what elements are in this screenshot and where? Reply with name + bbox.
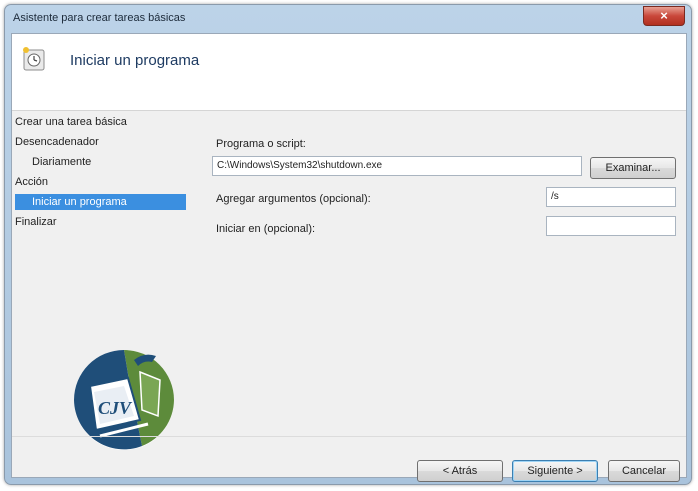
next-button[interactable]: Siguiente > <box>512 460 598 482</box>
nav-step-finish: Finalizar <box>15 216 57 228</box>
start-in-label: Iniciar en (opcional): <box>216 223 316 235</box>
cancel-button[interactable]: Cancelar <box>608 460 680 482</box>
start-in-input[interactable] <box>546 216 676 236</box>
wizard-client-area: Iniciar un programa Crear una tarea bási… <box>11 33 687 482</box>
program-path-input[interactable]: C:\Windows\System32\shutdown.exe <box>212 156 582 176</box>
arguments-input[interactable]: /s <box>546 187 676 207</box>
wizard-window: Asistente para crear tareas básicas × In… <box>4 4 692 485</box>
nav-step-trigger: Desencadenador <box>15 136 99 148</box>
window-title: Asistente para crear tareas básicas <box>13 12 186 24</box>
cjv-logo: CJV <box>74 350 174 450</box>
back-button[interactable]: < Atrás <box>417 460 503 482</box>
title-bar[interactable]: Asistente para crear tareas básicas × <box>5 5 691 31</box>
nav-step-daily: Diariamente <box>32 156 92 168</box>
wizard-header: Iniciar un programa <box>12 34 686 111</box>
program-label: Programa o script: <box>216 138 306 150</box>
nav-step-start-program: Iniciar un programa <box>15 194 186 210</box>
svg-text:CJV: CJV <box>98 398 133 418</box>
footer-separator <box>12 436 686 437</box>
arguments-label: Agregar argumentos (opcional): <box>216 193 371 205</box>
task-scheduler-icon <box>23 47 45 71</box>
page-title: Iniciar un programa <box>70 52 200 69</box>
nav-step-action: Acción <box>15 176 49 188</box>
browse-button[interactable]: Examinar... <box>590 157 676 179</box>
nav-step-create-task: Crear una tarea básica <box>15 116 127 128</box>
close-button[interactable]: × <box>643 6 685 26</box>
